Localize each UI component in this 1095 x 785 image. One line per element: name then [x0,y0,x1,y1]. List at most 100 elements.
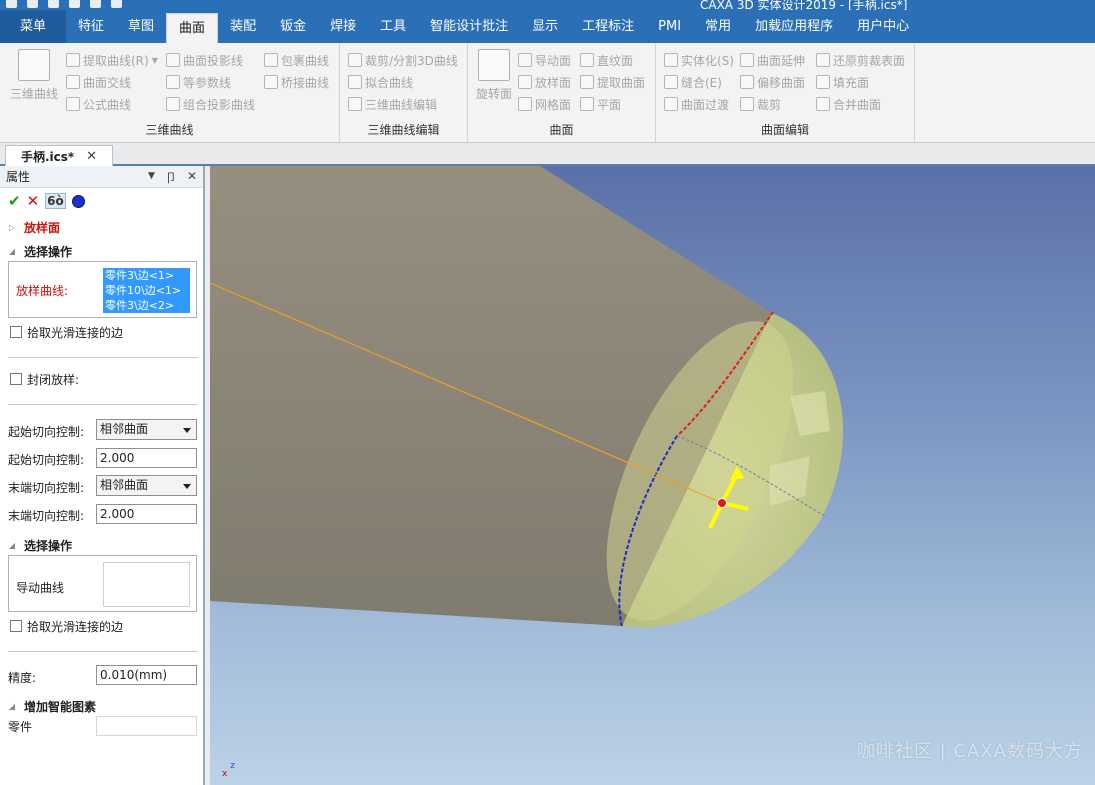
tab-pmi[interactable]: PMI [646,10,693,43]
blend-icon [664,97,678,111]
closed-loft-checkbox[interactable] [10,373,22,385]
select-operation-header-2[interactable]: ◢ 选择操作 [0,536,205,554]
restore-icon [816,53,830,67]
pick-smooth-edges-checkbox-2[interactable] [10,620,22,632]
pick-smooth-edges-checkbox-1[interactable] [10,326,22,338]
3d-curve-edit-button[interactable]: 三维曲线编辑 [348,95,437,113]
start-tangent-magnitude-input[interactable]: 2.000 [96,448,197,468]
ribbon-tab-bar: 菜单 特征 草图 曲面 装配 钣金 焊接 工具 智能设计批注 显示 工程标注 P… [0,10,1095,43]
close-tab-icon[interactable]: ✕ [86,149,97,164]
fill-surface-button[interactable]: 填充面 [816,73,869,91]
group-label-3d-curve-edit: 三维曲线编辑 [367,123,440,137]
solidify-button[interactable]: 实体化(S) [664,51,734,69]
tab-display[interactable]: 显示 [520,10,570,43]
open-file-icon[interactable] [48,0,59,8]
tab-assembly[interactable]: 装配 [218,10,268,43]
expanded-triangle-icon: ◢ [8,701,16,711]
combined-projection-button[interactable]: 组合投影曲线 [166,95,255,113]
extract-surface-button[interactable]: 提取曲面 [580,73,645,91]
redo-icon[interactable] [111,0,122,8]
help-ball-icon[interactable] [71,194,85,208]
ruled-icon [580,53,594,67]
select-operation-header-1[interactable]: ◢ 选择操作 [0,242,205,260]
group-surface-edit: 实体化(S) 曲面延伸 还原剪裁表面 缝合(E) 偏移曲面 填充面 曲面过渡 裁… [656,43,915,143]
tab-engineering-annotation[interactable]: 工程标注 [570,10,646,43]
document-tab[interactable]: 手柄.ics* ✕ [5,145,113,166]
tab-addins[interactable]: 加载应用程序 [743,10,845,43]
list-item[interactable]: 零件10\边<1> [105,283,190,298]
tab-feature[interactable]: 特征 [66,10,116,43]
tab-menu[interactable]: 菜单 [0,10,67,43]
tab-user-center[interactable]: 用户中心 [845,10,921,43]
stitch-icon [664,75,678,89]
tab-common[interactable]: 常用 [693,10,743,43]
tab-sketch[interactable]: 草图 [116,10,166,43]
merge-icon [816,97,830,111]
panel-close-icon[interactable]: ✕ [187,169,197,186]
3d-curve-button[interactable]: 三维曲线 [10,49,58,102]
end-tangent-control-label: 末端切向控制: [8,481,85,495]
iso-parameter-button[interactable]: 等参数线 [166,73,231,91]
cancel-icon[interactable]: ✕ [27,192,40,210]
quick-access-toolbar [6,0,122,8]
pin-icon[interactable]: 卩 [165,169,177,186]
precision-input[interactable]: 0.010(mm) [96,665,197,685]
end-tangent-magnitude-input[interactable]: 2.000 [96,504,197,524]
loft-icon [518,75,532,89]
save-icon[interactable] [69,0,80,8]
tab-smart-annotation[interactable]: 智能设计批注 [418,10,520,43]
bridge-curve-button[interactable]: 桥接曲线 [264,73,329,91]
surface-projection-button[interactable]: 曲面投影线 [166,51,243,69]
stitch-button[interactable]: 缝合(E) [664,73,722,91]
mesh-surface-button[interactable]: 网格面 [518,95,571,113]
app-menu-icon[interactable] [6,0,17,8]
pick-smooth-edges-row-1[interactable]: 拾取光滑连接的边 [0,324,205,340]
collapsed-triangle-icon: ▷ [8,222,16,232]
guide-curve-list[interactable] [103,562,190,607]
formula-curve-button[interactable]: 公式曲线 [66,95,131,113]
surface-intersection-button[interactable]: 曲面交线 [66,73,131,91]
feature-header[interactable]: ▷ 放样面 [0,218,205,236]
tab-tools[interactable]: 工具 [368,10,418,43]
surface-blend-button[interactable]: 曲面过渡 [664,95,729,113]
list-item[interactable]: 零件3\边<2> [105,298,190,313]
tab-sheet-metal[interactable]: 钣金 [268,10,318,43]
ribbon-panel: 三维曲线 提取曲线(R) ▼ 曲面投影线 包裹曲线 曲面交线 等参数线 桥接曲线 … [0,43,1095,143]
projection-icon [166,53,180,67]
property-panel: 属性 ▼ 卩 ✕ ✔ ✕ 6ò ▷ 放样面 ◢ 选择操作 放样曲线: 零件3\边… [0,166,205,785]
3d-viewport[interactable]: x z 咖啡社区 | CAXA数码大方 [210,166,1095,785]
panel-menu-icon[interactable]: ▼ [148,171,155,186]
tab-surface[interactable]: 曲面 [166,13,219,43]
axis-z-label: z [230,761,235,771]
new-file-icon[interactable] [27,0,38,8]
sweep-surface-button[interactable]: 导动面 [518,51,571,69]
list-item[interactable]: 零件3\边<1> [105,268,190,283]
end-tangent-control-select[interactable]: 相邻曲面 [96,475,197,496]
plane-surface-button[interactable]: 平面 [580,95,621,113]
loft-curves-list[interactable]: 零件3\边<1> 零件10\边<1> 零件3\边<2> [103,268,190,313]
trim-split-3d-curve-button[interactable]: 裁剪/分割3D曲线 [348,51,458,69]
preview-glasses-icon[interactable]: 6ò [45,193,66,209]
merge-surface-button[interactable]: 合并曲面 [816,95,881,113]
closed-loft-row[interactable]: 封闭放样: [0,371,205,387]
offset-surface-button[interactable]: 偏移曲面 [740,73,805,91]
undo-icon[interactable] [90,0,101,8]
start-tangent-control-select[interactable]: 相邻曲面 [96,419,197,440]
extract-curve-button[interactable]: 提取曲线(R) ▼ [66,51,158,69]
loft-surface-button[interactable]: 放样面 [518,73,571,91]
tab-welding[interactable]: 焊接 [318,10,368,43]
trim-surface-button[interactable]: 裁剪 [740,95,781,113]
intersection-icon [66,75,80,89]
pick-smooth-edges-row-2[interactable]: 拾取光滑连接的边 [0,618,205,634]
smart-elements-header[interactable]: ◢ 增加智能图素 [0,697,205,715]
ok-checkmark-icon[interactable]: ✔ [8,192,21,210]
fit-curve-button[interactable]: 拟合曲线 [348,73,413,91]
revolve-surface-button[interactable]: 旋转面 [470,49,518,102]
wrap-curve-button[interactable]: 包裹曲线 [264,51,329,69]
control-point[interactable] [717,498,727,508]
surface-extend-button[interactable]: 曲面延伸 [740,51,805,69]
part-input[interactable] [96,716,197,736]
ruled-surface-button[interactable]: 直纹面 [580,51,633,69]
loft-curves-label: 放样曲线: [16,284,69,298]
restore-trimmed-button[interactable]: 还原剪裁表面 [816,51,905,69]
